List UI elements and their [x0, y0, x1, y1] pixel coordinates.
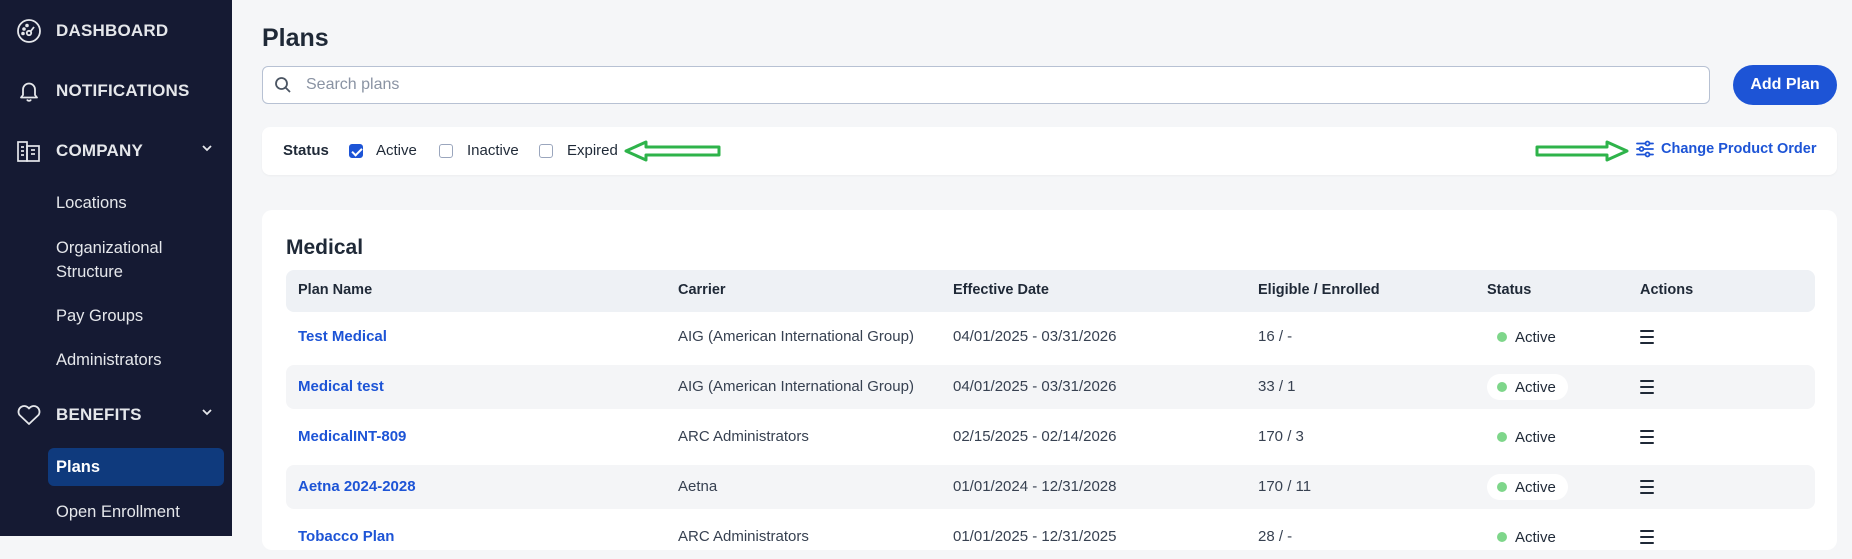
actions-menu-icon[interactable]	[1640, 330, 1654, 344]
table-header: Plan Name Carrier Effective Date Eligibl…	[286, 270, 1815, 312]
nav-benefits-label: BENEFITS	[56, 405, 142, 424]
filter-bar: Status Active Inactive Expired Change Pr…	[262, 127, 1837, 175]
effective-date-cell: 01/01/2025 - 12/31/2025	[953, 528, 1117, 545]
nav-administrators[interactable]: Administrators	[48, 348, 224, 372]
change-product-order-label: Change Product Order	[1661, 141, 1817, 157]
actions-menu-icon[interactable]	[1640, 380, 1654, 394]
eligible-enrolled-cell: 170 / 11	[1258, 478, 1312, 495]
status-badge: Active	[1487, 324, 1568, 350]
nav-notifications[interactable]: NOTIFICATIONS	[14, 71, 190, 111]
carrier-cell: AIG (American International Group)	[678, 378, 914, 395]
status-dot-icon	[1497, 432, 1507, 442]
status-dot-icon	[1497, 332, 1507, 342]
carrier-cell: ARC Administrators	[678, 528, 809, 545]
column-status: Status	[1487, 282, 1532, 298]
status-badge-label: Active	[1515, 428, 1556, 446]
sidebar: DASHBOARD NOTIFICATIONS COMPANY Location…	[0, 0, 232, 536]
sliders-icon	[1635, 139, 1655, 159]
bell-icon	[14, 76, 44, 106]
status-badge: Active	[1487, 424, 1568, 450]
table-row: Tobacco Plan ARC Administrators 01/01/20…	[286, 515, 1815, 559]
nav-plans[interactable]: Plans	[48, 448, 224, 486]
expired-checkbox[interactable]	[539, 144, 553, 158]
status-filter-label: Status	[283, 142, 329, 159]
heart-icon	[14, 400, 44, 430]
effective-date-cell: 04/01/2025 - 03/31/2026	[953, 378, 1117, 395]
plan-name-link[interactable]: Aetna 2024-2028	[298, 478, 416, 495]
column-actions: Actions	[1640, 282, 1694, 298]
status-dot-icon	[1497, 382, 1507, 392]
add-plan-button[interactable]: Add Plan	[1733, 65, 1837, 105]
actions-menu-icon[interactable]	[1640, 530, 1654, 544]
inactive-checkbox-label[interactable]: Inactive	[467, 142, 519, 159]
status-badge-label: Active	[1515, 378, 1556, 396]
status-badge: Active	[1487, 374, 1568, 400]
nav-organizational-line2: Structure	[56, 263, 123, 281]
column-effective-date: Effective Date	[953, 282, 1049, 298]
eligible-enrolled-cell: 33 / 1	[1258, 378, 1296, 395]
chevron-down-icon	[200, 141, 214, 160]
plan-name-link[interactable]: Test Medical	[298, 328, 387, 345]
plan-name-link[interactable]: Tobacco Plan	[298, 528, 394, 545]
building-icon	[14, 136, 44, 166]
nav-organizational-structure[interactable]: Organizational Structure	[48, 236, 224, 284]
nav-company-label: COMPANY	[56, 141, 144, 160]
status-badge: Active	[1487, 524, 1568, 550]
nav-pay-groups[interactable]: Pay Groups	[48, 304, 224, 328]
chevron-down-icon	[200, 405, 214, 424]
active-checkbox[interactable]	[349, 144, 363, 158]
nav-benefits[interactable]: BENEFITS	[14, 395, 224, 435]
search-input[interactable]	[304, 75, 1709, 95]
status-badge-label: Active	[1515, 478, 1556, 496]
effective-date-cell: 01/01/2024 - 12/31/2028	[953, 478, 1117, 495]
change-product-order-link[interactable]: Change Product Order	[1635, 139, 1817, 159]
table-row: Test Medical AIG (American International…	[286, 315, 1815, 359]
status-dot-icon	[1497, 482, 1507, 492]
plan-name-link[interactable]: Medical test	[298, 378, 384, 395]
table-row: Aetna 2024-2028 Aetna 01/01/2024 - 12/31…	[286, 465, 1815, 509]
expired-checkbox-label[interactable]: Expired	[567, 142, 618, 159]
status-badge-label: Active	[1515, 328, 1556, 346]
carrier-cell: ARC Administrators	[678, 428, 809, 445]
nav-dashboard[interactable]: DASHBOARD	[14, 11, 168, 51]
nav-notifications-label: NOTIFICATIONS	[56, 81, 190, 100]
nav-organizational-line1: Organizational	[56, 239, 163, 257]
status-badge-label: Active	[1515, 528, 1556, 546]
status-dot-icon	[1497, 532, 1507, 542]
plans-card: Medical Plan Name Carrier Effective Date…	[262, 210, 1837, 550]
annotation-right-arrow-icon	[1535, 140, 1629, 162]
annotation-left-arrow-icon	[624, 140, 721, 162]
nav-dashboard-label: DASHBOARD	[56, 21, 169, 40]
eligible-enrolled-cell: 28 / -	[1258, 528, 1293, 545]
section-title-medical: Medical	[286, 236, 364, 259]
column-eligible-enrolled: Eligible / Enrolled	[1258, 282, 1380, 298]
nav-locations[interactable]: Locations	[48, 191, 224, 215]
inactive-checkbox[interactable]	[439, 144, 453, 158]
carrier-cell: Aetna	[678, 478, 718, 495]
eligible-enrolled-cell: 16 / -	[1258, 328, 1293, 345]
column-carrier: Carrier	[678, 282, 726, 298]
search-box[interactable]	[262, 66, 1710, 104]
table-row: MedicalINT-809 ARC Administrators 02/15/…	[286, 415, 1815, 459]
status-badge: Active	[1487, 474, 1568, 500]
plan-name-link[interactable]: MedicalINT-809	[298, 428, 406, 445]
active-checkbox-label[interactable]: Active	[376, 142, 417, 159]
nav-open-enrollment[interactable]: Open Enrollment	[48, 500, 224, 524]
page-title: Plans	[262, 24, 329, 52]
actions-menu-icon[interactable]	[1640, 430, 1654, 444]
search-icon	[274, 76, 292, 94]
effective-date-cell: 02/15/2025 - 02/14/2026	[953, 428, 1117, 445]
carrier-cell: AIG (American International Group)	[678, 328, 914, 345]
nav-company[interactable]: COMPANY	[14, 131, 224, 171]
effective-date-cell: 04/01/2025 - 03/31/2026	[953, 328, 1117, 345]
column-plan-name: Plan Name	[298, 282, 373, 298]
actions-menu-icon[interactable]	[1640, 480, 1654, 494]
dashboard-gauge-icon	[14, 16, 44, 46]
table-row: Medical test AIG (American International…	[286, 365, 1815, 409]
eligible-enrolled-cell: 170 / 3	[1258, 428, 1304, 445]
